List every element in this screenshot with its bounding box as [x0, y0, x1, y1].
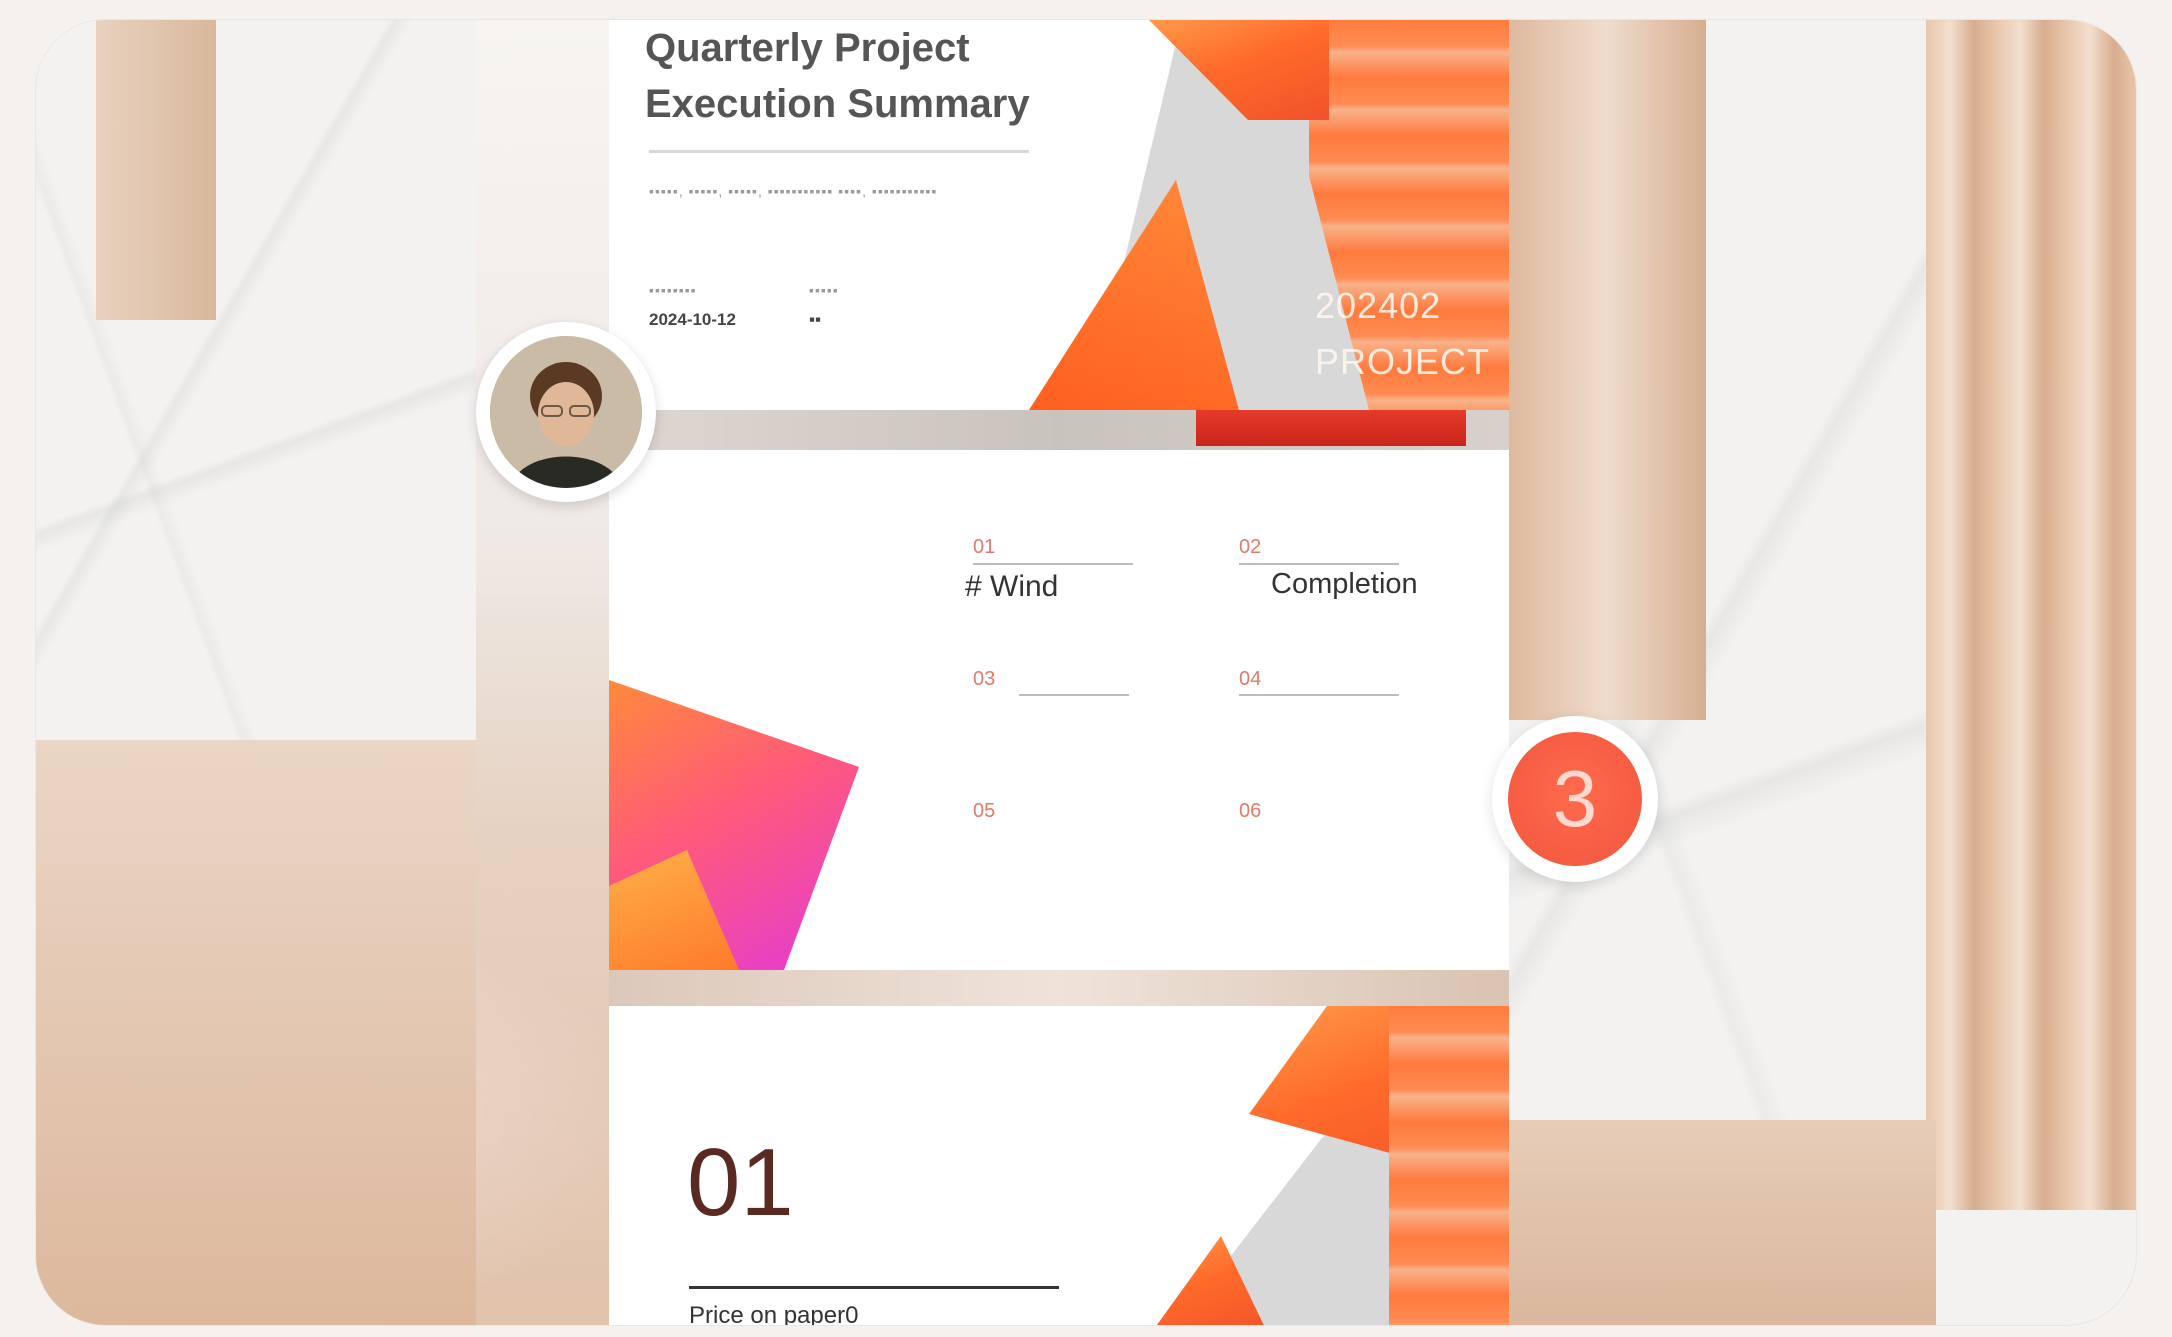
agenda-item-03-number: 03 — [973, 668, 996, 690]
agenda-item-04-line — [1239, 694, 1399, 696]
page-badge-count: 3 — [1508, 732, 1642, 866]
peach-floor-right — [1496, 1120, 1936, 1325]
agenda-item-05-number: 05 — [973, 800, 996, 822]
agenda-item-01-label: # Wind — [965, 570, 1059, 603]
section-stripes — [1389, 1006, 1509, 1325]
agenda-item-02-label: Completion — [1271, 568, 1418, 600]
meta-label-author: ▪▪▪▪▪ — [809, 282, 839, 298]
pillar-right — [1506, 20, 1706, 720]
page-badge[interactable]: 3 — [1492, 716, 1658, 882]
slide-gap-strip-2 — [609, 970, 1509, 1006]
section-caption: Price on paper0 — [689, 1302, 859, 1325]
cover-title: Quarterly Project Execution Summary — [645, 20, 1030, 132]
meta-value-author: ▪▪ — [809, 310, 822, 329]
peach-floor-left — [36, 740, 476, 1325]
agenda-item-02-number: 02 — [1239, 536, 1262, 558]
avatar — [490, 336, 642, 488]
red-accent-bar — [1196, 410, 1466, 446]
agenda-item-02-line — [1239, 563, 1399, 565]
cover-code-line2: PROJECT — [1315, 341, 1491, 382]
cover-code: 202402 PROJECT — [1315, 278, 1490, 390]
agenda-item-01-number: 01 — [973, 536, 996, 558]
cover-slide[interactable]: Quarterly Project Execution Summary ▪▪▪▪… — [609, 20, 1509, 410]
meta-value-date: 2024-10-12 — [649, 310, 736, 329]
cover-divider — [649, 150, 1029, 153]
cover-subtitle: ▪▪▪▪▪, ▪▪▪▪▪, ▪▪▪▪▪, ▪▪▪▪▪▪▪▪▪▪▪ ▪▪▪▪, ▪… — [649, 183, 938, 199]
cover-code-line1: 202402 — [1315, 285, 1442, 326]
section-slide[interactable]: 01 Price on paper0 — [609, 1006, 1509, 1325]
agenda-slide[interactable]: 01 # Wind 02 Completion 03 04 05 06 — [609, 450, 1509, 970]
author-avatar-frame[interactable] — [476, 322, 656, 502]
section-number: 01 — [687, 1129, 794, 1236]
person-icon — [490, 336, 642, 488]
agenda-item-03-line — [1019, 694, 1129, 696]
agenda-item-04-number: 04 — [1239, 668, 1262, 690]
template-preview-card[interactable]: Quarterly Project Execution Summary ▪▪▪▪… — [36, 20, 2136, 1325]
agenda-item-01-line — [973, 563, 1133, 565]
cover-title-line1: Quarterly Project — [645, 26, 970, 70]
slats-right — [1926, 20, 2136, 1210]
cover-title-line2: Execution Summary — [645, 82, 1030, 126]
wall-panel-left — [96, 20, 216, 320]
section-divider — [689, 1286, 1059, 1289]
agenda-item-06-number: 06 — [1239, 800, 1262, 822]
meta-label-date: ▪▪▪▪▪▪▪▪ — [649, 282, 697, 298]
